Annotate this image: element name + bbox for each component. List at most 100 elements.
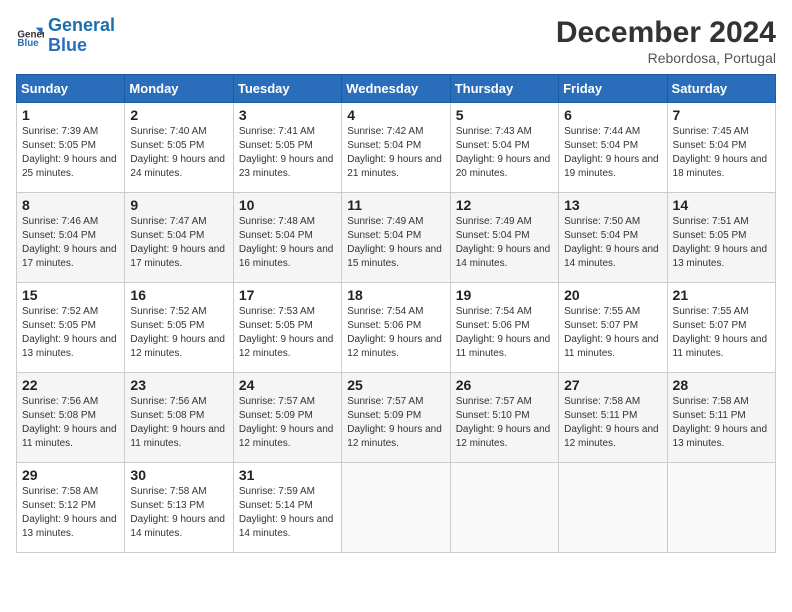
logo-general: General [48, 15, 115, 35]
day-info: Sunrise: 7:46 AMSunset: 5:04 PMDaylight:… [22, 215, 119, 271]
day-number: 1 [22, 107, 119, 123]
day-info: Sunrise: 7:57 AMSunset: 5:09 PMDaylight:… [347, 395, 444, 451]
calendar-cell: 29 Sunrise: 7:58 AMSunset: 5:12 PMDayligh… [17, 463, 125, 553]
calendar-week-4: 22 Sunrise: 7:56 AMSunset: 5:08 PMDayligh… [17, 373, 776, 463]
calendar-cell: 9 Sunrise: 7:47 AMSunset: 5:04 PMDaylight… [125, 193, 233, 283]
month-title: December 2024 [556, 16, 776, 50]
calendar-week-5: 29 Sunrise: 7:58 AMSunset: 5:12 PMDayligh… [17, 463, 776, 553]
day-info: Sunrise: 7:39 AMSunset: 5:05 PMDaylight:… [22, 125, 119, 181]
day-number: 21 [673, 287, 770, 303]
day-number: 25 [347, 377, 444, 393]
calendar-cell [559, 463, 667, 553]
logo-text: General Blue [48, 16, 115, 56]
day-number: 31 [239, 467, 336, 483]
day-info: Sunrise: 7:47 AMSunset: 5:04 PMDaylight:… [130, 215, 227, 271]
calendar-cell: 21 Sunrise: 7:55 AMSunset: 5:07 PMDayligh… [667, 283, 775, 373]
day-info: Sunrise: 7:56 AMSunset: 5:08 PMDaylight:… [130, 395, 227, 451]
calendar-week-3: 15 Sunrise: 7:52 AMSunset: 5:05 PMDayligh… [17, 283, 776, 373]
day-number: 4 [347, 107, 444, 123]
day-info: Sunrise: 7:51 AMSunset: 5:05 PMDaylight:… [673, 215, 770, 271]
day-info: Sunrise: 7:41 AMSunset: 5:05 PMDaylight:… [239, 125, 336, 181]
day-info: Sunrise: 7:58 AMSunset: 5:12 PMDaylight:… [22, 485, 119, 541]
calendar-cell: 1 Sunrise: 7:39 AMSunset: 5:05 PMDaylight… [17, 103, 125, 193]
day-number: 17 [239, 287, 336, 303]
calendar-cell: 13Sunrise: 7:50 AMSunset: 5:04 PMDayligh… [559, 193, 667, 283]
day-number: 29 [22, 467, 119, 483]
calendar-cell: 18 Sunrise: 7:54 AMSunset: 5:06 PMDayligh… [342, 283, 450, 373]
calendar-table: SundayMondayTuesdayWednesdayThursdayFrid… [16, 74, 776, 553]
day-number: 14 [673, 197, 770, 213]
day-number: 2 [130, 107, 227, 123]
calendar-cell: 10 Sunrise: 7:48 AMSunset: 5:04 PMDayligh… [233, 193, 341, 283]
calendar-cell: 17Sunrise: 7:53 AMSunset: 5:05 PMDayligh… [233, 283, 341, 373]
day-number: 6 [564, 107, 661, 123]
day-number: 10 [239, 197, 336, 213]
calendar-cell: 24 Sunrise: 7:57 AMSunset: 5:09 PMDayligh… [233, 373, 341, 463]
day-number: 20 [564, 287, 661, 303]
day-info: Sunrise: 7:43 AMSunset: 5:04 PMDaylight:… [456, 125, 553, 181]
day-number: 30 [130, 467, 227, 483]
weekday-header-thursday: Thursday [450, 75, 558, 103]
calendar-cell: 6 Sunrise: 7:44 AMSunset: 5:04 PMDaylight… [559, 103, 667, 193]
day-info: Sunrise: 7:56 AMSunset: 5:08 PMDaylight:… [22, 395, 119, 451]
calendar-cell: 7Sunrise: 7:45 AMSunset: 5:04 PMDaylight… [667, 103, 775, 193]
day-info: Sunrise: 7:57 AMSunset: 5:10 PMDaylight:… [456, 395, 553, 451]
svg-text:Blue: Blue [17, 38, 39, 49]
weekday-header-monday: Monday [125, 75, 233, 103]
day-number: 24 [239, 377, 336, 393]
calendar-week-2: 8Sunrise: 7:46 AMSunset: 5:04 PMDaylight… [17, 193, 776, 283]
calendar-cell: 25 Sunrise: 7:57 AMSunset: 5:09 PMDayligh… [342, 373, 450, 463]
calendar-cell [450, 463, 558, 553]
calendar-cell: 11 Sunrise: 7:49 AMSunset: 5:04 PMDayligh… [342, 193, 450, 283]
day-info: Sunrise: 7:49 AMSunset: 5:04 PMDaylight:… [347, 215, 444, 271]
day-number: 12 [456, 197, 553, 213]
day-number: 16 [130, 287, 227, 303]
logo-blue: Blue [48, 35, 87, 55]
calendar-cell: 27Sunrise: 7:58 AMSunset: 5:11 PMDayligh… [559, 373, 667, 463]
day-info: Sunrise: 7:40 AMSunset: 5:05 PMDaylight:… [130, 125, 227, 181]
calendar-cell: 15 Sunrise: 7:52 AMSunset: 5:05 PMDayligh… [17, 283, 125, 373]
calendar-header-row: SundayMondayTuesdayWednesdayThursdayFrid… [17, 75, 776, 103]
day-info: Sunrise: 7:44 AMSunset: 5:04 PMDaylight:… [564, 125, 661, 181]
day-number: 15 [22, 287, 119, 303]
day-info: Sunrise: 7:58 AMSunset: 5:13 PMDaylight:… [130, 485, 227, 541]
calendar-cell: 2 Sunrise: 7:40 AMSunset: 5:05 PMDaylight… [125, 103, 233, 193]
title-block: December 2024 Rebordosa, Portugal [556, 16, 776, 66]
calendar-week-1: 1 Sunrise: 7:39 AMSunset: 5:05 PMDaylight… [17, 103, 776, 193]
calendar-cell [342, 463, 450, 553]
calendar-cell: 3Sunrise: 7:41 AMSunset: 5:05 PMDaylight… [233, 103, 341, 193]
calendar-cell: 26Sunrise: 7:57 AMSunset: 5:10 PMDayligh… [450, 373, 558, 463]
calendar-cell: 19Sunrise: 7:54 AMSunset: 5:06 PMDayligh… [450, 283, 558, 373]
calendar-cell: 28Sunrise: 7:58 AMSunset: 5:11 PMDayligh… [667, 373, 775, 463]
calendar-cell: 4 Sunrise: 7:42 AMSunset: 5:04 PMDaylight… [342, 103, 450, 193]
logo-icon: General Blue [16, 22, 44, 50]
calendar-cell: 30 Sunrise: 7:58 AMSunset: 5:13 PMDayligh… [125, 463, 233, 553]
weekday-header-wednesday: Wednesday [342, 75, 450, 103]
calendar-cell: 23Sunrise: 7:56 AMSunset: 5:08 PMDayligh… [125, 373, 233, 463]
logo: General Blue General Blue [16, 16, 115, 56]
weekday-header-sunday: Sunday [17, 75, 125, 103]
page-header: General Blue General Blue December 2024 … [16, 16, 776, 66]
location: Rebordosa, Portugal [556, 50, 776, 66]
day-info: Sunrise: 7:57 AMSunset: 5:09 PMDaylight:… [239, 395, 336, 451]
day-info: Sunrise: 7:52 AMSunset: 5:05 PMDaylight:… [22, 305, 119, 361]
day-number: 11 [347, 197, 444, 213]
calendar-cell: 8Sunrise: 7:46 AMSunset: 5:04 PMDaylight… [17, 193, 125, 283]
day-number: 22 [22, 377, 119, 393]
calendar-cell: 14 Sunrise: 7:51 AMSunset: 5:05 PMDayligh… [667, 193, 775, 283]
day-info: Sunrise: 7:54 AMSunset: 5:06 PMDaylight:… [347, 305, 444, 361]
weekday-header-tuesday: Tuesday [233, 75, 341, 103]
day-number: 9 [130, 197, 227, 213]
day-number: 18 [347, 287, 444, 303]
calendar-cell: 5Sunrise: 7:43 AMSunset: 5:04 PMDaylight… [450, 103, 558, 193]
day-info: Sunrise: 7:55 AMSunset: 5:07 PMDaylight:… [673, 305, 770, 361]
day-number: 27 [564, 377, 661, 393]
day-info: Sunrise: 7:50 AMSunset: 5:04 PMDaylight:… [564, 215, 661, 271]
calendar-cell [667, 463, 775, 553]
day-info: Sunrise: 7:48 AMSunset: 5:04 PMDaylight:… [239, 215, 336, 271]
day-number: 7 [673, 107, 770, 123]
day-info: Sunrise: 7:58 AMSunset: 5:11 PMDaylight:… [673, 395, 770, 451]
day-info: Sunrise: 7:54 AMSunset: 5:06 PMDaylight:… [456, 305, 553, 361]
weekday-header-saturday: Saturday [667, 75, 775, 103]
day-info: Sunrise: 7:42 AMSunset: 5:04 PMDaylight:… [347, 125, 444, 181]
